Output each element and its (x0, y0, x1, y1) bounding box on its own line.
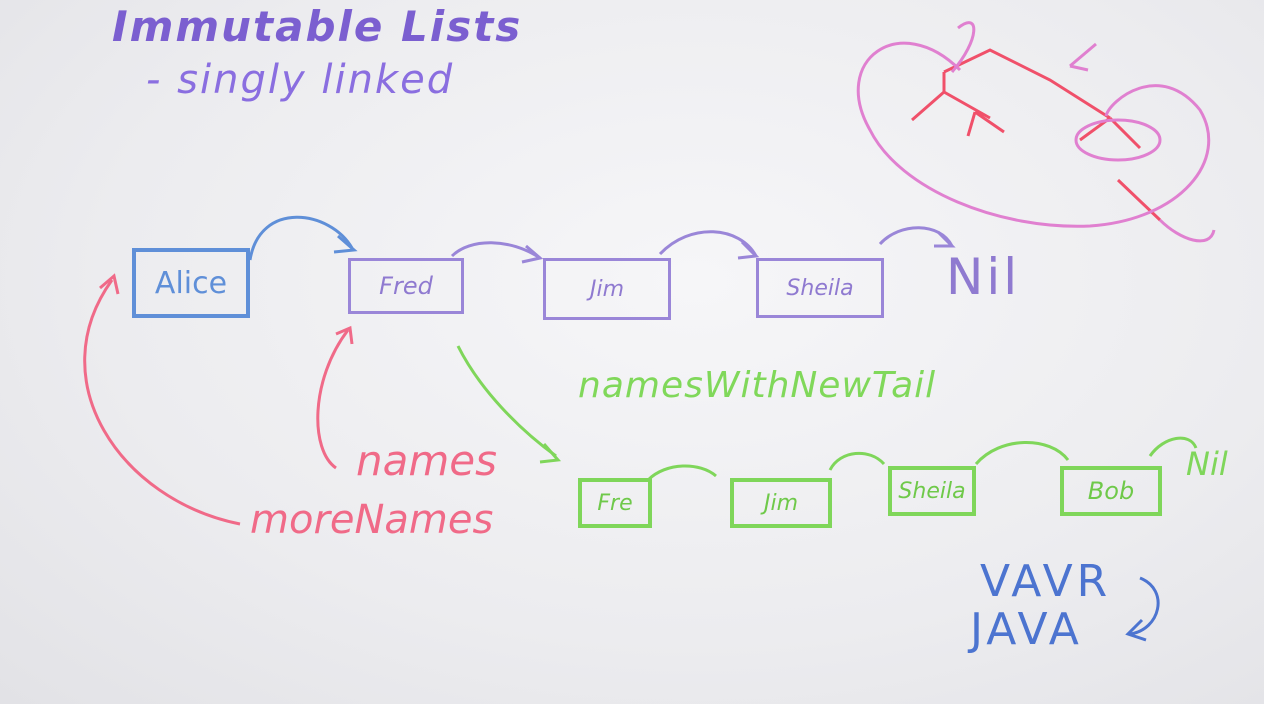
new-tail-label: namesWithNewTail (578, 365, 937, 406)
node-alice: Alice (132, 248, 250, 318)
arrow-alice-fred (248, 215, 354, 261)
arrow-jim-sheila (658, 230, 758, 257)
more-names-label: moreNames (250, 497, 494, 543)
arrow-fred-jim (450, 241, 541, 260)
java-label: JAVA (970, 604, 1083, 655)
node-fred: Fred (348, 258, 464, 314)
node-jim: Jim (543, 258, 671, 320)
names-label: names (356, 436, 497, 485)
tree-sketch (856, 21, 1216, 243)
new-node-fred: Fre (578, 478, 652, 528)
subtitle: - singly linked (146, 57, 455, 103)
vavr-label: VAVR (980, 556, 1112, 607)
new-node-jim: Jim (730, 478, 832, 528)
node-sheila: Sheila (756, 258, 884, 318)
title: Immutable Lists (112, 2, 523, 51)
new-node-bob: Bob (1060, 466, 1162, 516)
arrow-g1-g2 (646, 464, 717, 482)
arrow-names-to-fred (316, 329, 350, 470)
swap-arrow (1129, 576, 1160, 636)
arrow-g3-g4 (974, 441, 1070, 465)
new-list-end-nil: Nil (1186, 445, 1228, 483)
arrow-g2-g3 (828, 451, 886, 471)
new-node-sheila: Sheila (888, 466, 976, 516)
list-end-nil: Nil (946, 248, 1021, 306)
